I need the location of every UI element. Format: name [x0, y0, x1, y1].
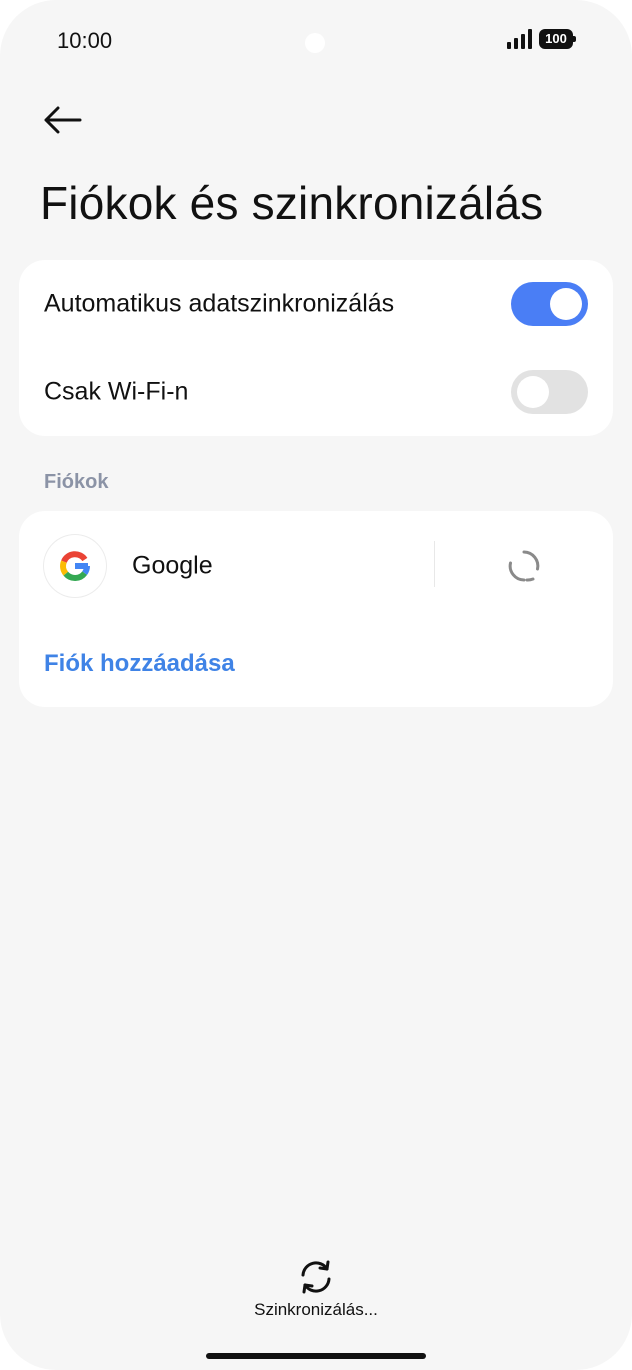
toggle-knob [517, 376, 549, 408]
accounts-section-header: Fiókok [44, 471, 109, 493]
wifi-only-label: Csak Wi-Fi-n [44, 377, 189, 406]
google-icon [44, 535, 106, 597]
wifi-only-toggle[interactable] [511, 370, 588, 414]
arrow-left-icon [44, 106, 82, 134]
page-title: Fiókok és szinkronizálás [40, 177, 544, 229]
divider [434, 541, 435, 587]
add-account-link[interactable]: Fiók hozzáadása [44, 650, 235, 678]
signal-icon [507, 29, 532, 49]
wifi-only-row[interactable]: Csak Wi-Fi-n [19, 348, 613, 436]
auto-sync-row[interactable]: Automatikus adatszinkronizálás [19, 260, 613, 348]
back-button[interactable] [40, 100, 86, 140]
sync-status: Szinkronizálás... [0, 1258, 632, 1320]
sync-settings-card: Automatikus adatszinkronizálás Csak Wi-F… [19, 260, 613, 436]
accounts-card: Google Fiók hozzáadása [19, 511, 613, 707]
status-bar: 10:00 100 [0, 0, 632, 80]
phone-screen: 10:00 100 Fiókok és szinkronizálás Autom… [0, 0, 632, 1370]
battery-icon: 100 [539, 29, 576, 49]
status-time: 10:00 [57, 28, 113, 53]
auto-sync-label: Automatikus adatszinkronizálás [44, 289, 395, 318]
account-item-google[interactable]: Google [19, 511, 613, 621]
front-camera [305, 33, 325, 53]
account-name: Google [132, 551, 213, 580]
auto-sync-toggle[interactable] [511, 282, 588, 326]
home-indicator[interactable] [206, 1353, 426, 1359]
toggle-knob [550, 288, 582, 320]
sync-icon [301, 1260, 331, 1294]
sync-icon[interactable] [507, 549, 541, 583]
sync-status-label: Szinkronizálás... [254, 1300, 378, 1319]
